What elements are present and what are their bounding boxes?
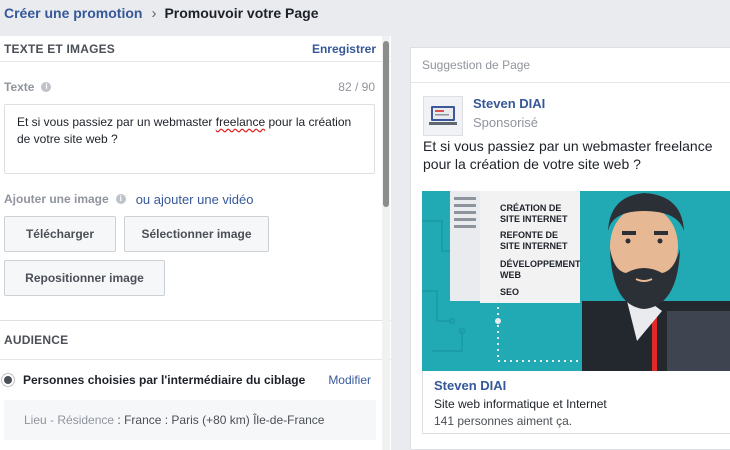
text-label: Texte i <box>4 80 52 94</box>
add-image-label-text: Ajouter une image <box>4 192 109 206</box>
location-value: : France : Paris (+80 km) Île-de-France <box>114 413 325 427</box>
service-line: SEO <box>500 287 519 297</box>
add-video-link[interactable]: ou ajouter une vidéo <box>136 192 254 207</box>
laptop-icon <box>429 106 457 125</box>
page-avatar[interactable] <box>423 96 463 136</box>
location-key: Lieu - Résidence <box>24 413 115 427</box>
preview-header: Suggestion de Page <box>411 48 730 83</box>
ad-text-part-1: Et si vous passiez par un webmaster <box>17 115 216 129</box>
info-icon[interactable]: i <box>41 82 52 92</box>
breadcrumb-current: Promouvoir votre Page <box>164 5 319 21</box>
breadcrumb: Créer une promotion › Promouvoir votre P… <box>0 0 730 26</box>
footer-likes: 141 personnes aiment ça. <box>434 414 573 428</box>
post-page-info: Steven DIAI Sponsorisé <box>473 96 545 135</box>
text-images-header: TEXTE ET IMAGES Enregistrer <box>0 36 391 62</box>
post-text: Et si vous passiez par un webmaster free… <box>423 138 713 172</box>
ad-text-input[interactable]: Et si vous passiez par un webmaster free… <box>4 104 375 174</box>
ad-footer[interactable]: Steven DIAI Site web informatique et Int… <box>422 371 730 434</box>
save-link[interactable]: Enregistrer <box>312 42 376 56</box>
info-icon[interactable]: i <box>115 194 126 204</box>
ad-preview: Suggestion de Page Steven DIAI Sponsoris… <box>410 47 730 450</box>
sponsored-label: Sponsorisé <box>473 115 539 130</box>
audience-option-row: Personnes choisies par l'intermédiaire d… <box>0 360 391 400</box>
audience-header: AUDIENCE <box>0 320 391 360</box>
text-label-text: Texte <box>4 80 35 94</box>
service-line: WEB <box>500 270 521 280</box>
audience-option-label: Personnes choisies par l'intermédiaire d… <box>23 373 306 387</box>
ad-text-misspelled-word: freelance <box>215 115 266 129</box>
add-image-label: Ajouter une image i <box>4 192 126 206</box>
scrollbar-thumb[interactable] <box>383 41 389 207</box>
upload-button[interactable]: Télécharger <box>4 216 116 252</box>
text-images-title: TEXTE ET IMAGES <box>4 41 116 56</box>
ad-creative-image[interactable]: CRÉATION DE SITE INTERNET REFONTE DE SIT… <box>422 191 730 371</box>
edit-panel: TEXTE ET IMAGES Enregistrer Texte i 82 /… <box>0 36 391 450</box>
image-buttons-row: Télécharger Sélectionner image <box>0 216 391 252</box>
text-field-row: Texte i 82 / 90 <box>0 78 391 96</box>
audience-option[interactable]: Personnes choisies par l'intermédiaire d… <box>4 373 305 387</box>
chevron-right-icon: › <box>151 4 157 22</box>
page-name-link[interactable]: Steven DIAI <box>473 96 545 111</box>
left-panel-scrollbar[interactable] <box>382 36 390 450</box>
char-counter: 82 / 90 <box>338 80 375 94</box>
reposition-image-button[interactable]: Repositionner image <box>4 260 165 296</box>
radio-selected-icon[interactable] <box>4 376 12 384</box>
service-line: CRÉATION DE <box>500 203 561 213</box>
select-image-button[interactable]: Sélectionner image <box>124 216 269 252</box>
footer-page-name[interactable]: Steven DIAI <box>434 378 730 393</box>
add-image-row: Ajouter une image i ou ajouter une vidéo <box>0 190 391 208</box>
location-summary: Lieu - Résidence : France : Paris (+80 k… <box>4 400 376 440</box>
post-header: Steven DIAI Sponsorisé <box>411 83 730 136</box>
service-line: SITE INTERNET <box>500 214 568 224</box>
breadcrumb-parent-link[interactable]: Créer une promotion <box>4 5 142 21</box>
service-line: REFONTE DE <box>500 230 558 240</box>
footer-category: Site web informatique et Internet <box>434 397 607 411</box>
service-line: DÉVELOPPEMENT <box>500 259 581 269</box>
service-line: SITE INTERNET <box>500 241 568 251</box>
audience-title: AUDIENCE <box>4 333 69 347</box>
modify-audience-link[interactable]: Modifier <box>328 373 371 387</box>
